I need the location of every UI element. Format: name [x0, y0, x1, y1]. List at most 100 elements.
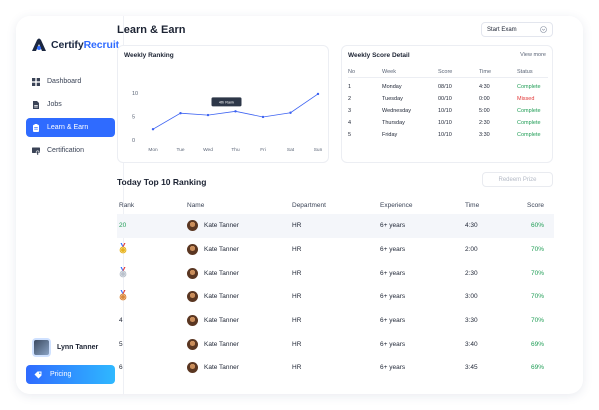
rank-number: 20: [117, 222, 187, 229]
rank-number: 4: [117, 317, 187, 324]
sidebar-item-jobs[interactable]: Jobs: [26, 95, 115, 114]
ranking-table: Rank Name Department Experience Time Sco…: [117, 196, 554, 380]
view-more-link[interactable]: View more: [520, 52, 546, 58]
x-tick-label: Mon: [148, 147, 158, 153]
name-cell: Kate Tanner: [187, 338, 292, 350]
grid-icon: [32, 77, 40, 86]
rank-number: 5: [117, 341, 187, 348]
document-icon: [33, 100, 39, 109]
user-profile[interactable]: Lynn Tanner: [32, 338, 98, 357]
name-cell: Kate Tanner: [187, 291, 292, 303]
table-cell: 10/10: [438, 120, 452, 126]
experience-cell: 6+ years: [380, 340, 406, 348]
pricing-button[interactable]: Pricing: [26, 365, 115, 384]
logo-icon: [31, 38, 47, 52]
status-text: Complete: [517, 108, 541, 114]
department-cell: HR: [292, 246, 302, 254]
sidebar-item-dashboard[interactable]: Dashboard: [26, 72, 115, 91]
table-cell: 5: [348, 132, 352, 138]
name-cell: Kate Tanner: [187, 362, 292, 374]
score-cell: 69%: [530, 364, 544, 372]
sidebar-nav: Dashboard Jobs Learn & Earn Certificatio…: [26, 72, 115, 164]
sidebar-item-label: Certification: [47, 147, 84, 154]
time-cell: 2:30: [465, 269, 478, 277]
gold-medal-icon: [117, 243, 187, 256]
column-header: Department: [292, 201, 326, 209]
table-cell: Friday: [382, 132, 398, 138]
bronze-medal-icon: [117, 290, 187, 303]
data-point: [289, 111, 292, 114]
table-cell: Monday: [382, 84, 402, 90]
table-row[interactable]: Kate Tanner HR 6+ years 2:30 70%: [117, 261, 554, 285]
experience-cell: 6+ years: [380, 246, 406, 254]
clipboard-icon: [33, 123, 39, 132]
experience-cell: 6+ years: [380, 317, 406, 325]
table-cell: 0:00: [479, 96, 490, 102]
department-cell: HR: [292, 340, 302, 348]
rank-value: 6: [119, 364, 123, 372]
status-text: Complete: [517, 120, 541, 126]
x-tick-label: Thu: [231, 147, 240, 153]
data-point: [179, 112, 182, 115]
sidebar: CertifyRecruit Dashboard Jobs Learn & Ea…: [16, 16, 124, 394]
certificate-icon: [32, 147, 40, 155]
data-point: [151, 127, 155, 131]
start-exam-label: Start Exam: [487, 26, 517, 33]
app-logo[interactable]: CertifyRecruit: [31, 38, 119, 52]
time-cell: 4:30: [465, 222, 478, 230]
weekly-score-table: No Week Score Time Status 1 Monday 08/10 4:…: [348, 66, 548, 141]
column-header: Experience: [380, 201, 413, 209]
table-row: 2 Tuesday 00/10 0:00 Missed: [348, 93, 548, 105]
rank-value: 4: [119, 317, 123, 325]
table-row[interactable]: 5 Kate Tanner HR 6+ years 3:40 69%: [117, 332, 554, 356]
table-row: 3 Wednesday 10/10 5:00 Complete: [348, 105, 548, 117]
weekly-score-detail-title: Weekly Score Detail: [348, 52, 410, 59]
table-row: 5 Friday 10/10 3:30 Complete: [348, 129, 548, 141]
page-title: Learn & Earn: [117, 24, 186, 36]
score-cell: 69%: [530, 340, 544, 348]
table-row[interactable]: 6 Kate Tanner HR 6+ years 3:45 69%: [117, 356, 554, 380]
y-tick-label: 5: [132, 115, 135, 121]
score-cell: 70%: [530, 246, 544, 254]
data-point: [261, 115, 265, 119]
department-cell: HR: [292, 269, 302, 277]
column-header: Time: [465, 201, 480, 209]
name-cell: Kate Tanner: [187, 315, 292, 327]
table-row[interactable]: Kate Tanner HR 6+ years 2:00 70%: [117, 238, 554, 262]
person-name: Kate Tanner: [204, 340, 239, 348]
table-row[interactable]: 4 Kate Tanner HR 6+ years 3:30 70%: [117, 309, 554, 333]
start-exam-select[interactable]: Start Exam: [481, 22, 553, 37]
avatar: [187, 338, 198, 350]
table-row[interactable]: Kate Tanner HR 6+ years 3:00 70%: [117, 285, 554, 309]
redeem-prize-button[interactable]: Redeem Prize: [482, 172, 553, 187]
table-cell: 2: [348, 96, 352, 102]
status-text: Complete: [517, 132, 541, 138]
table-cell: Tuesday: [382, 96, 403, 102]
column-header: Time: [479, 68, 492, 75]
table-row: 1 Monday 08/10 4:30 Complete: [348, 81, 548, 93]
weekly-ranking-chart: 0 5 10 Mon Tue Wed Thu Fri Sat Sun 4th Rank: [132, 91, 323, 153]
tag-icon: [34, 371, 42, 378]
chevron-down-icon: [540, 26, 547, 33]
rank-value: 5: [119, 340, 123, 348]
sidebar-item-learn-earn[interactable]: Learn & Earn: [26, 118, 115, 137]
table-row: 4 Thursday 10/10 2:30 Complete: [348, 117, 548, 129]
column-header: Status: [517, 68, 533, 75]
time-cell: 2:00: [465, 246, 478, 254]
person-name: Kate Tanner: [204, 364, 239, 372]
person-name: Kate Tanner: [204, 269, 239, 277]
time-cell: 3:00: [465, 293, 478, 301]
table-cell: 4: [348, 120, 352, 126]
time-cell: 3:40: [465, 340, 478, 348]
x-tick-label: Sun: [314, 147, 323, 153]
time-cell: 3:30: [465, 317, 478, 325]
sidebar-item-certification[interactable]: Certification: [26, 141, 115, 160]
table-row[interactable]: 20 Kate Tanner HR 6+ years 4:30 60%: [117, 214, 554, 238]
x-tick-label: Fri: [260, 147, 266, 153]
data-point: [206, 113, 210, 117]
person-name: Kate Tanner: [204, 317, 239, 325]
table-cell: 1: [348, 84, 352, 90]
status-text: Missed: [517, 96, 535, 102]
person-name: Kate Tanner: [204, 293, 239, 301]
table-cell: 2:30: [479, 120, 490, 126]
